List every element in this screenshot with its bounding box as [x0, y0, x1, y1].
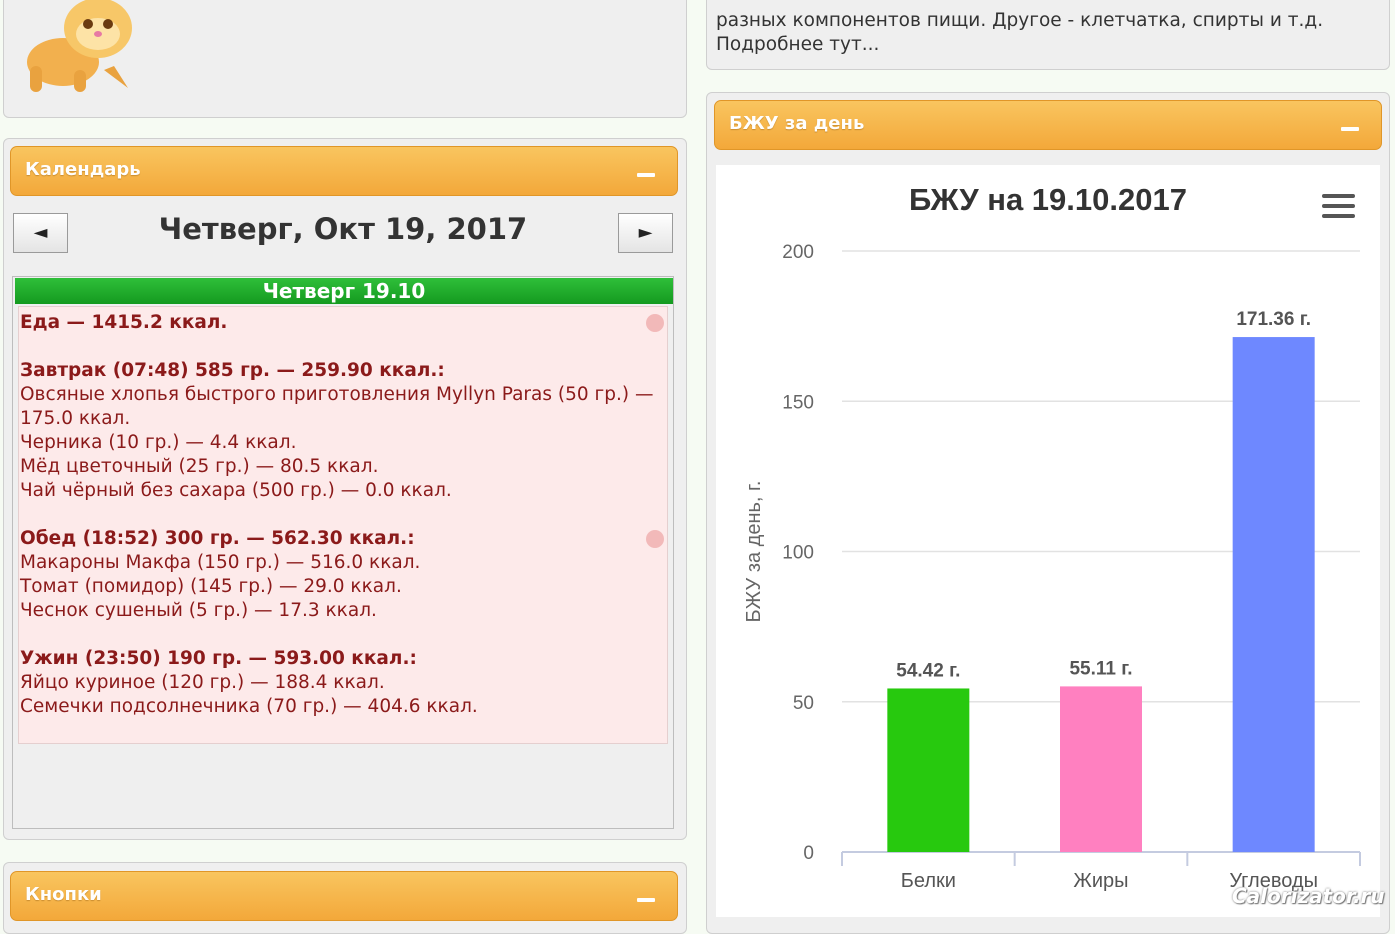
more-link[interactable]: Подробнее тут...: [716, 34, 879, 55]
meal-dinner: Ужин (23:50) 190 гр. — 593.00 ккал.:: [20, 648, 417, 669]
collapse-icon[interactable]: [637, 173, 655, 177]
hand-icon[interactable]: [646, 530, 664, 548]
meal-lunch: Обед (18:52) 300 гр. — 562.30 ккал.:: [20, 528, 415, 549]
calendar-header-title: Календарь: [25, 159, 141, 180]
y-tick-label: 0: [803, 843, 814, 864]
y-tick-label: 150: [782, 392, 814, 413]
x-tick-label: Жиры: [1073, 870, 1128, 892]
list-item: Томат (помидор) (145 гр.) — 29.0 ккал.: [20, 576, 402, 597]
bar: [887, 688, 970, 852]
next-day-button[interactable]: ►: [618, 213, 673, 253]
list-item: Черника (10 гр.) — 4.4 ккал.: [20, 432, 297, 453]
total-calories: Еда — 1415.2 ккал.: [20, 312, 228, 333]
list-item: Яйцо куриное (120 гр.) — 188.4 ккал.: [20, 672, 385, 693]
list-item: Макароны Макфа (150 гр.) — 516.0 ккал.: [20, 552, 421, 573]
chart-menu-icon[interactable]: [1322, 192, 1356, 220]
hand-icon[interactable]: [646, 314, 664, 332]
list-item: Семечки подсолнечника (70 гр.) — 404.6 к…: [20, 696, 478, 717]
list-item: 175.0 ккал.: [20, 408, 131, 429]
list-item: Чеснок сушеный (5 гр.) — 17.3 ккал.: [20, 600, 377, 621]
collapse-icon[interactable]: [637, 898, 655, 902]
list-item: Мёд цветочный (25 гр.) — 80.5 ккал.: [20, 456, 379, 477]
prev-day-button[interactable]: ◄: [13, 213, 68, 253]
list-item: Овсяные хлопья быстрого приготовления My…: [20, 384, 654, 405]
day-label: Четверг 19.10: [15, 278, 673, 304]
y-axis-label: БЖУ за день, г.: [743, 481, 765, 623]
buttons-header-title: Кнопки: [25, 884, 102, 905]
cat-avatar-icon: [27, 0, 132, 92]
watermark: Calorizator.ru: [1232, 884, 1385, 908]
data-label: 55.11 г.: [1069, 658, 1132, 679]
y-tick-label: 50: [793, 693, 814, 714]
data-label: 54.42 г.: [896, 660, 960, 681]
data-label: 171.36 г.: [1236, 309, 1311, 330]
x-tick-label: Белки: [901, 870, 956, 892]
bar: [1060, 686, 1142, 852]
y-tick-label: 200: [782, 242, 814, 263]
bar: [1232, 337, 1315, 852]
collapse-icon[interactable]: [1341, 127, 1359, 131]
buttons-header[interactable]: Кнопки: [10, 871, 678, 921]
bju-header[interactable]: БЖУ за день: [714, 100, 1382, 150]
list-item: Чай чёрный без сахара (500 гр.) — 0.0 кк…: [20, 480, 452, 501]
info-text-line: разных компонентов пищи. Другое - клетча…: [716, 10, 1324, 31]
bju-header-title: БЖУ за день: [729, 113, 865, 134]
y-tick-label: 100: [782, 543, 814, 564]
meal-breakfast: Завтрак (07:48) 585 гр. — 259.90 ккал.:: [20, 360, 445, 381]
chart-title: БЖУ на 19.10.2017: [909, 182, 1187, 217]
bju-chart: БЖУ на 19.10.2017 0 50 100 150 200 БЖУ за день…: [743, 182, 1361, 892]
calendar-date-title: Четверг, Окт 19, 2017: [158, 212, 528, 246]
calendar-header[interactable]: Календарь: [10, 146, 678, 196]
